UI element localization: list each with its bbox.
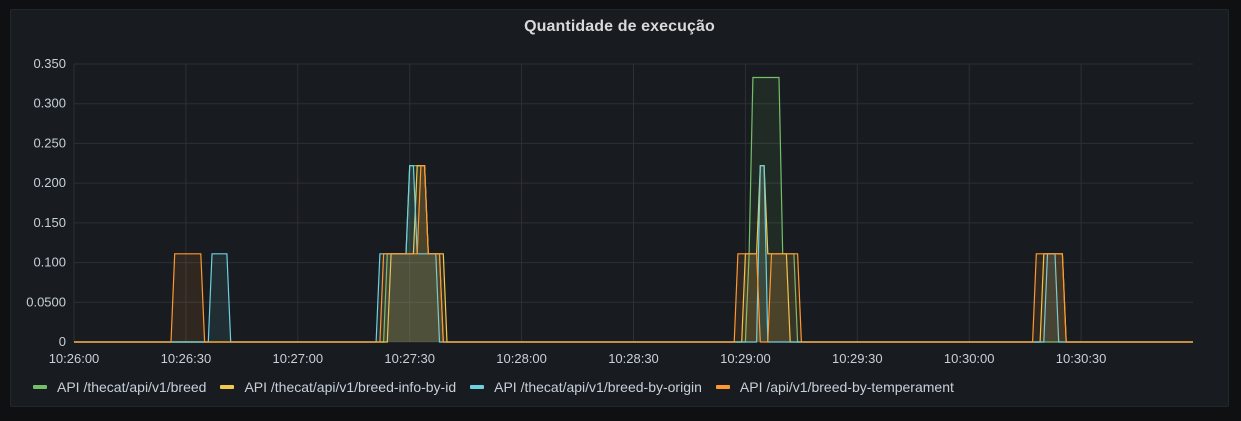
x-tick-label: 10:27:00 bbox=[272, 351, 323, 366]
grid bbox=[73, 63, 1193, 343]
y-tick-label: 0.200 bbox=[33, 175, 66, 190]
x-tick-label: 10:30:30 bbox=[1056, 351, 1107, 366]
y-tick-label: 0.0500 bbox=[26, 294, 66, 309]
x-tick-label: 10:26:30 bbox=[161, 351, 212, 366]
y-tick-label: 0 bbox=[59, 334, 66, 349]
y-tick-label: 0.100 bbox=[33, 255, 66, 270]
x-tick-label: 10:26:00 bbox=[49, 351, 100, 366]
x-tick-label: 10:28:00 bbox=[496, 351, 547, 366]
y-tick-label: 0.150 bbox=[33, 215, 66, 230]
y-tick-label: 0.350 bbox=[33, 56, 66, 71]
legend-item[interactable]: API /api/v1/breed-by-temperament bbox=[715, 379, 954, 395]
y-tick-label: 0.300 bbox=[33, 96, 66, 111]
legend-label: API /thecat/api/v1/breed bbox=[57, 379, 207, 395]
legend-swatch bbox=[715, 385, 730, 389]
execution-count-chart[interactable]: 0 0.0500 0.100 0.150 0.200 0.250 0.300 0.350 10:… bbox=[11, 10, 1230, 408]
x-tick-label: 10:29:30 bbox=[832, 351, 883, 366]
y-tick-label: 0.250 bbox=[33, 135, 66, 150]
legend-item[interactable]: API /thecat/api/v1/breed-by-origin bbox=[470, 379, 702, 395]
legend: API /thecat/api/v1/breed API /thecat/api/… bbox=[33, 379, 954, 395]
legend-swatch bbox=[470, 385, 485, 389]
legend-label: API /thecat/api/v1/breed-info-by-id bbox=[244, 379, 457, 395]
legend-item[interactable]: API /thecat/api/v1/breed-info-by-id bbox=[220, 379, 456, 395]
legend-item[interactable]: API /thecat/api/v1/breed bbox=[33, 379, 206, 395]
x-tick-label: 10:30:00 bbox=[944, 351, 995, 366]
x-tick-label: 10:29:00 bbox=[720, 351, 771, 366]
legend-label: API /api/v1/breed-by-temperament bbox=[739, 379, 954, 395]
legend-swatch bbox=[33, 385, 47, 389]
legend-label: API /thecat/api/v1/breed-by-origin bbox=[494, 379, 702, 395]
chart-panel: Quantidade de execução 0 0.0500 0.100 0.150… bbox=[10, 9, 1229, 407]
x-tick-label: 10:28:30 bbox=[608, 351, 659, 366]
x-tick-label: 10:27:30 bbox=[384, 351, 435, 366]
legend-swatch bbox=[220, 385, 235, 389]
